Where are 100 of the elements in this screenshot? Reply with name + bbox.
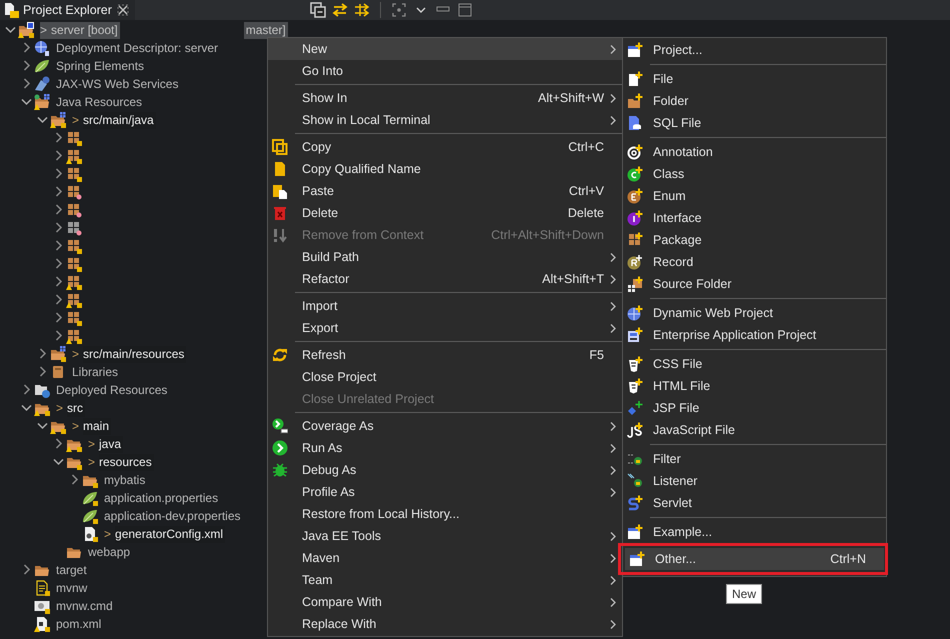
status-prefix: > bbox=[104, 526, 112, 542]
menu-item[interactable]: Dynamic Web Project bbox=[623, 302, 886, 324]
menu-item[interactable]: Delete Delete bbox=[268, 202, 622, 224]
collapse-all-icon[interactable] bbox=[310, 2, 326, 18]
tree-item-label[interactable]: Java Resources bbox=[56, 94, 144, 110]
new-window-icon bbox=[629, 551, 645, 567]
menu-item[interactable]: Close Project bbox=[268, 366, 622, 388]
close-icon[interactable] bbox=[116, 3, 130, 17]
menu-item[interactable]: Run As bbox=[268, 437, 622, 459]
status-prefix: > bbox=[56, 400, 64, 416]
trash-icon bbox=[272, 205, 288, 221]
menu-item[interactable]: Refresh F5 bbox=[268, 344, 622, 366]
status-prefix: > bbox=[88, 436, 96, 452]
tree-item-label[interactable]: Spring Elements bbox=[56, 58, 146, 74]
status-prefix: > bbox=[72, 112, 80, 128]
sync-arrows-icon[interactable] bbox=[332, 2, 348, 18]
menu-item[interactable]: Build Path bbox=[268, 246, 622, 268]
tree-item-label[interactable]: mvnw bbox=[56, 580, 90, 596]
servlet-icon bbox=[627, 495, 643, 511]
copy-icon bbox=[272, 139, 288, 155]
globe-icon bbox=[627, 305, 643, 321]
menu-item[interactable]: Source Folder bbox=[623, 273, 886, 295]
menu-item[interactable]: Enum bbox=[623, 185, 886, 207]
menu-item[interactable]: Annotation bbox=[623, 141, 886, 163]
tab-title: Project Explorer bbox=[23, 3, 112, 17]
menu-item[interactable]: Copy Ctrl+C bbox=[268, 136, 622, 158]
coverage-icon bbox=[272, 418, 288, 434]
menu-item[interactable]: CSS File bbox=[623, 353, 886, 375]
interface-icon bbox=[627, 210, 643, 226]
bug-icon bbox=[272, 462, 288, 478]
tree-item-label[interactable]: master] bbox=[244, 22, 288, 38]
menu-item[interactable]: Coverage As bbox=[268, 415, 622, 437]
menu-item[interactable]: Example... bbox=[623, 521, 886, 543]
menu-item[interactable]: Folder bbox=[623, 90, 886, 112]
tree-item-label[interactable]: Libraries bbox=[72, 364, 120, 380]
status-prefix: > bbox=[88, 454, 96, 470]
html-file-icon bbox=[627, 378, 643, 394]
tree-item-label[interactable]: server [boot] bbox=[51, 22, 120, 38]
maximize-icon[interactable] bbox=[457, 2, 473, 18]
menu-item[interactable]: Package bbox=[623, 229, 886, 251]
menu-item[interactable]: JSP File bbox=[623, 397, 886, 419]
menu-item[interactable]: Servlet bbox=[623, 492, 886, 514]
menu-item[interactable]: Import bbox=[268, 295, 622, 317]
menu-item[interactable]: Refactor Alt+Shift+T bbox=[268, 268, 622, 290]
filter-arrows-icon[interactable] bbox=[354, 2, 370, 18]
menu-item[interactable]: New bbox=[268, 38, 622, 60]
menu-item[interactable]: Filter bbox=[623, 448, 886, 470]
menu-item[interactable]: Other... Ctrl+N bbox=[625, 548, 884, 570]
menu-item[interactable]: Show In Alt+Shift+W bbox=[268, 87, 622, 109]
new-window-icon bbox=[627, 524, 643, 540]
menu-item[interactable]: Export bbox=[268, 317, 622, 339]
menu-item[interactable]: Debug As bbox=[268, 459, 622, 481]
class-icon bbox=[627, 166, 643, 182]
menu-item[interactable]: File bbox=[623, 68, 886, 90]
tree-item-label[interactable]: mvnw.cmd bbox=[56, 598, 115, 614]
menu-item[interactable]: Team bbox=[268, 569, 622, 591]
new-window-icon bbox=[627, 42, 643, 58]
tree-item-label[interactable]: pom.xml bbox=[56, 616, 104, 632]
status-prefix: > bbox=[72, 418, 80, 434]
menu-item[interactable]: Interface bbox=[623, 207, 886, 229]
menu-item[interactable]: Class bbox=[623, 163, 886, 185]
remove-down-icon bbox=[272, 227, 288, 243]
tree-item-label[interactable]: Deployment Descriptor: server bbox=[56, 40, 220, 56]
new-folder-icon bbox=[627, 93, 643, 109]
menu-item[interactable]: Restore from Local History... bbox=[268, 503, 622, 525]
menu-item[interactable]: JavaScript File bbox=[623, 419, 886, 441]
refresh-icon bbox=[272, 347, 288, 363]
tree-item-label[interactable]: application.properties bbox=[104, 490, 220, 506]
tree-item-label[interactable]: target bbox=[56, 562, 89, 578]
tree-item-label[interactable]: JAX-WS Web Services bbox=[56, 76, 180, 92]
focus-icon[interactable] bbox=[391, 2, 407, 18]
menu-item[interactable]: Copy Qualified Name bbox=[268, 158, 622, 180]
menu-item[interactable]: Show in Local Terminal bbox=[268, 109, 622, 131]
menu-item[interactable]: HTML File bbox=[623, 375, 886, 397]
view-tab[interactable]: Project Explorer bbox=[0, 0, 135, 20]
tree-item-label[interactable]: mybatis bbox=[104, 472, 148, 488]
tree-item-label[interactable]: application-dev.properties bbox=[104, 508, 243, 524]
menu-item[interactable]: Replace With bbox=[268, 613, 622, 635]
menu-item[interactable]: Java EE Tools bbox=[268, 525, 622, 547]
menu-item[interactable]: Project... bbox=[623, 39, 886, 61]
paste-icon bbox=[272, 183, 288, 199]
tree-item-label[interactable]: Deployed Resources bbox=[56, 382, 170, 398]
menu-item[interactable]: Compare With bbox=[268, 591, 622, 613]
status-prefix: > bbox=[40, 22, 52, 38]
menu-item[interactable]: Enterprise Application Project bbox=[623, 324, 886, 346]
menu-item[interactable]: Maven bbox=[268, 547, 622, 569]
tooltip: New bbox=[726, 584, 762, 604]
tree-item-label[interactable]: webapp bbox=[88, 544, 132, 560]
explorer-icon bbox=[3, 2, 19, 18]
menu-item[interactable]: Record bbox=[623, 251, 886, 273]
script-icon bbox=[627, 422, 643, 438]
record-icon bbox=[627, 254, 643, 270]
menu-item[interactable]: Listener bbox=[623, 470, 886, 492]
menu-item[interactable]: Profile As bbox=[268, 481, 622, 503]
diamond-icon bbox=[627, 400, 643, 416]
enum-icon bbox=[627, 188, 643, 204]
page-icon bbox=[272, 161, 288, 177]
menu-item[interactable]: SQL File bbox=[623, 112, 886, 134]
menu-item[interactable]: Go Into bbox=[268, 60, 622, 82]
menu-item[interactable]: Paste Ctrl+V bbox=[268, 180, 622, 202]
